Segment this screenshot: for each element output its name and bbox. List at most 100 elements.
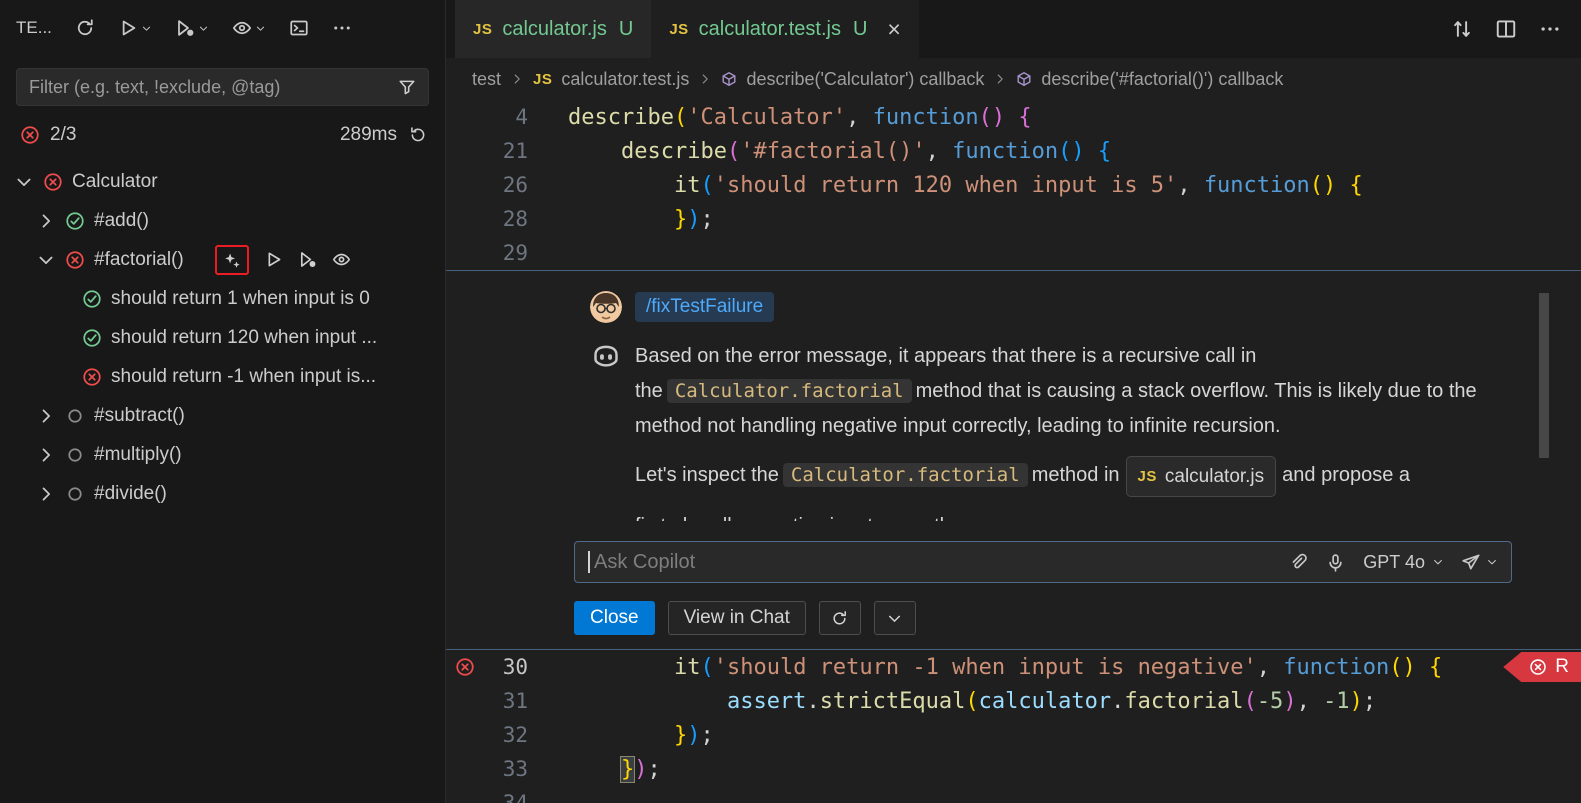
symbol-cube-icon (721, 71, 737, 87)
tree-item-should-return-120-when-input[interactable]: should return 120 when input ... (0, 318, 445, 357)
chevron-down-icon[interactable] (14, 172, 34, 192)
fix-with-copilot-icon[interactable] (223, 251, 241, 269)
editor-area: JS calculator.js U JS calculator.test.js… (446, 0, 1581, 803)
chevron-right-icon[interactable] (36, 445, 56, 465)
fail-count-icon (20, 125, 40, 145)
watch-tests-icon[interactable] (232, 18, 266, 38)
debug-test-icon[interactable] (298, 250, 317, 269)
message-text: and propose a (1282, 464, 1410, 486)
code-line-30[interactable]: 30 it('should return -1 when input is ne… (446, 650, 1581, 684)
compare-changes-icon[interactable] (1451, 18, 1473, 40)
send-button[interactable] (1462, 553, 1498, 572)
glyph-margin (446, 657, 484, 677)
test-label: should return 120 when input ... (111, 327, 377, 349)
refresh-icon (831, 610, 848, 627)
code-block-top: 4describe('Calculator', function() {21 d… (446, 100, 1581, 270)
breadcrumb-symbol[interactable]: describe('Calculator') callback (746, 69, 984, 90)
tree-item-multiply[interactable]: #multiply() (0, 435, 445, 474)
chat-command-row: /fixTestFailure (590, 291, 1581, 323)
code-text: it('should return 120 when input is 5', … (528, 173, 1363, 198)
code-line-4[interactable]: 4describe('Calculator', function() { (446, 100, 1581, 134)
run-all-tests-icon[interactable] (118, 18, 152, 38)
close-tab-icon[interactable]: × (887, 18, 900, 41)
test-explorer-sidebar: TE... Filter (e.g. text, !exclude, @tag)… (0, 0, 446, 803)
more-actions-icon[interactable] (1539, 18, 1561, 40)
inline-chat-widget: /fixTestFailure Based on the error messa… (446, 270, 1581, 650)
attach-context-icon[interactable] (1289, 553, 1308, 572)
test-failure-icon[interactable] (455, 657, 475, 677)
line-number: 33 (484, 757, 528, 781)
code-line-29[interactable]: 29 (446, 236, 1581, 270)
close-button[interactable]: Close (574, 601, 655, 635)
vscode-window: TE... Filter (e.g. text, !exclude, @tag)… (0, 0, 1581, 803)
code-line-33[interactable]: 33 }); (446, 752, 1581, 786)
line-number: 34 (484, 791, 528, 803)
show-output-icon[interactable] (289, 18, 309, 38)
view-in-chat-button[interactable]: View in Chat (668, 601, 806, 635)
regenerate-button[interactable] (819, 601, 861, 635)
code-text: describe('Calculator', function() { (528, 105, 1032, 130)
code-line-31[interactable]: 31 assert.strictEqual(calculator.factori… (446, 684, 1581, 718)
symbol-cube-icon (1016, 71, 1032, 87)
test-status-row: 2/3 289ms (0, 116, 445, 154)
line-number: 4 (484, 105, 528, 129)
mic-icon[interactable] (1326, 553, 1345, 572)
test-failure-badge[interactable]: R (1503, 652, 1581, 682)
history-icon[interactable] (409, 126, 427, 144)
code-line-32[interactable]: 32 }); (446, 718, 1581, 752)
tree-item-add[interactable]: #add() (0, 201, 445, 240)
test-pass-icon (82, 289, 102, 309)
split-editor-icon[interactable] (1495, 18, 1517, 40)
text-caret (588, 551, 590, 573)
tree-item-factorial[interactable]: #factorial() (0, 240, 445, 279)
tree-item-should-return-1-when-input-is[interactable]: should return -1 when input is... (0, 357, 445, 396)
tab-calculator-js[interactable]: JS calculator.js U (455, 0, 651, 58)
breadcrumb-symbol[interactable]: describe('#factorial()') callback (1041, 69, 1283, 90)
run-test-icon[interactable] (264, 250, 283, 269)
chat-input[interactable]: Ask Copilot GPT 4o (574, 541, 1512, 583)
breadcrumb-folder[interactable]: test (472, 69, 501, 90)
file-chip-calculator-js[interactable]: JScalculator.js (1126, 456, 1277, 497)
line-number: 21 (484, 139, 528, 163)
refresh-tests-icon[interactable] (75, 18, 95, 38)
chevron-right-icon[interactable] (36, 211, 56, 231)
chevron-down-icon (141, 23, 152, 34)
test-label: #add() (94, 210, 149, 232)
chevron-right-icon[interactable] (36, 484, 56, 504)
tree-item-calculator[interactable]: Calculator (0, 162, 445, 201)
continuous-run-icon[interactable] (332, 250, 351, 269)
filter-input[interactable]: Filter (e.g. text, !exclude, @tag) (16, 68, 429, 106)
tab-calculator-test-js[interactable]: JS calculator.test.js U × (651, 0, 919, 58)
code-line-34[interactable]: 34 (446, 786, 1581, 803)
chat-scrollbar[interactable] (1539, 293, 1549, 458)
filter-icon[interactable] (398, 78, 416, 96)
tree-item-should-return-1-when-input-is-0[interactable]: should return 1 when input is 0 (0, 279, 445, 318)
code-line-26[interactable]: 26 it('should return 120 when input is 5… (446, 168, 1581, 202)
code-text: it('should return -1 when input is negat… (528, 655, 1442, 680)
tree-item-divide[interactable]: #divide() (0, 474, 445, 513)
test-label: Calculator (72, 171, 158, 193)
test-pass-icon (65, 211, 85, 231)
test-label: #factorial() (94, 249, 184, 271)
fail-icon (1529, 658, 1547, 676)
test-pending-icon (65, 484, 85, 504)
js-file-icon: JS (1138, 459, 1157, 494)
chevron-right-icon[interactable] (36, 406, 56, 426)
slash-command-chip[interactable]: /fixTestFailure (635, 292, 774, 322)
debug-all-tests-icon[interactable] (175, 18, 209, 38)
model-picker[interactable]: GPT 4o (1363, 552, 1444, 573)
chevron-down-icon (886, 610, 903, 627)
line-number: 31 (484, 689, 528, 713)
more-actions-icon[interactable] (332, 18, 352, 38)
chevron-right-icon (993, 72, 1007, 86)
more-options-button[interactable] (874, 601, 916, 635)
js-file-icon: JS (669, 21, 688, 38)
chevron-down-icon[interactable] (36, 250, 56, 270)
line-number: 26 (484, 173, 528, 197)
tree-item-subtract[interactable]: #subtract() (0, 396, 445, 435)
breadcrumb-file[interactable]: calculator.test.js (561, 69, 689, 90)
code-line-21[interactable]: 21 describe('#factorial()', function() { (446, 134, 1581, 168)
message-text: Let's inspect the (635, 464, 779, 486)
clipped-message-text: fix to handle negative input correctly. (635, 509, 1515, 521)
code-line-28[interactable]: 28 }); (446, 202, 1581, 236)
